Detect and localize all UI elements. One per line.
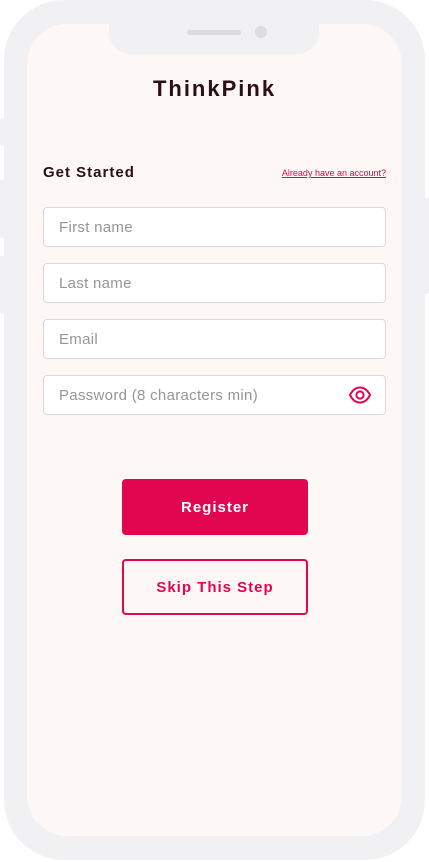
camera — [255, 26, 267, 38]
app-screen: ThinkPink Get Started Already have an ac… — [27, 24, 402, 836]
last-name-field — [43, 263, 386, 303]
password-input[interactable] — [44, 376, 349, 414]
side-button-left-top — [0, 118, 6, 146]
side-button-right — [423, 198, 429, 294]
get-started-heading: Get Started — [43, 164, 135, 181]
password-field — [43, 375, 386, 415]
first-name-input[interactable] — [44, 208, 349, 246]
app-title: ThinkPink — [152, 76, 277, 101]
skip-this-step-button[interactable]: Skip This Step — [122, 559, 308, 615]
email-field — [43, 319, 386, 359]
show-password-eye-icon[interactable] — [348, 386, 372, 404]
notch — [109, 24, 319, 54]
first-name-field — [43, 207, 386, 247]
side-button-left-bottom — [0, 256, 6, 314]
email-input[interactable] — [44, 320, 349, 358]
register-button[interactable]: Register — [122, 479, 308, 535]
speaker — [187, 30, 241, 35]
already-have-account-link[interactable]: Already have an account? — [282, 168, 386, 178]
last-name-input[interactable] — [44, 264, 349, 302]
side-button-left-middle — [0, 180, 6, 238]
